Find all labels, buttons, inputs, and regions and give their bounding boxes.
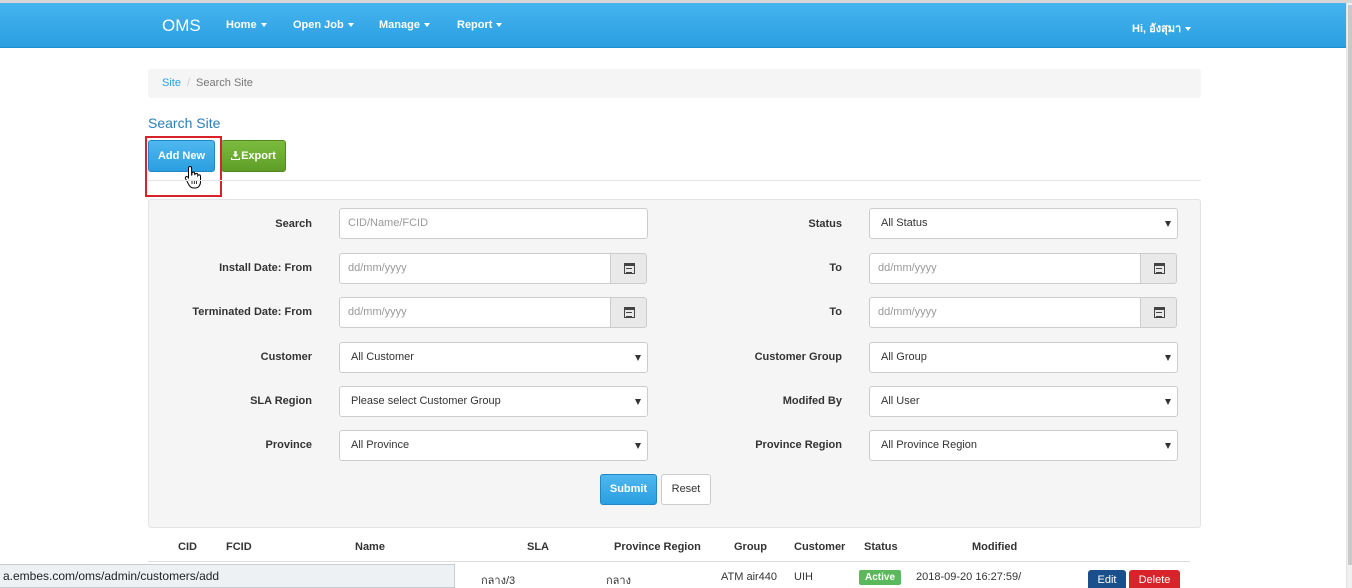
customer-group-label: Customer Group <box>754 351 842 363</box>
caret-down-icon <box>260 23 267 28</box>
modified-by-label: Modifed By <box>782 395 842 407</box>
province-region-select-value: All Province Region <box>881 439 977 451</box>
table-header-divider <box>148 561 1190 562</box>
cell-modified: 2018-09-20 16:27:59/ <box>916 571 1022 583</box>
caret-down-icon <box>496 23 503 28</box>
column-header-cid[interactable]: CID <box>178 541 197 553</box>
terminated-date-to-calendar-button[interactable] <box>1140 297 1177 328</box>
modified-by-select[interactable]: All User <box>869 386 1178 417</box>
calendar-icon <box>1154 307 1165 318</box>
terminated-date-to-label: To <box>829 306 842 318</box>
cell-province-region: กลาง <box>606 575 631 587</box>
terminated-date-from-label: Terminated Date: From <box>192 306 312 318</box>
calendar-icon <box>1154 263 1165 274</box>
province-region-select[interactable]: All Province Region <box>869 430 1178 461</box>
column-header-fcid[interactable]: FCID <box>226 541 252 553</box>
sla-region-select[interactable]: Please select Customer Group <box>339 386 648 417</box>
cell-group: ATM air440 <box>721 571 778 583</box>
modified-by-select-value: All User <box>881 395 920 407</box>
install-date-to-calendar-button[interactable] <box>1140 253 1177 284</box>
province-select[interactable]: All Province <box>339 430 648 461</box>
user-menu-label: Hi, อังสุมา <box>1132 23 1182 35</box>
column-header-status[interactable]: Status <box>864 541 898 553</box>
customer-group-select-value: All Group <box>881 351 927 363</box>
search-input[interactable]: CID/Name/FCID <box>339 208 648 239</box>
status-select-value: All Status <box>881 217 928 229</box>
install-date-from-input[interactable]: dd/mm/yyyy <box>339 253 611 284</box>
browser-status-bar: a.embes.com/oms/admin/customers/add <box>0 564 455 588</box>
search-label: Search <box>275 218 312 230</box>
page-title: Search Site <box>148 115 221 131</box>
top-navbar: OMS Home Open Job Manage Report Hi, อังส… <box>0 3 1346 48</box>
submit-button[interactable]: Submit <box>600 474 657 505</box>
download-icon <box>231 151 241 160</box>
dropdown-arrow-icon <box>635 399 641 405</box>
terminated-date-from-input[interactable]: dd/mm/yyyy <box>339 297 611 328</box>
calendar-icon <box>624 263 635 274</box>
hand-pointer-cursor-icon <box>184 165 201 189</box>
customer-group-select[interactable]: All Group <box>869 342 1178 373</box>
breadcrumb-separator: / <box>186 77 191 89</box>
status-badge: Active <box>859 570 901 585</box>
install-date-from-calendar-button[interactable] <box>610 253 647 284</box>
delete-button[interactable]: Delete <box>1129 570 1180 588</box>
terminated-date-to-input[interactable]: dd/mm/yyyy <box>869 297 1141 328</box>
dropdown-arrow-icon <box>635 443 641 449</box>
caret-down-icon <box>1185 27 1192 32</box>
nav-home[interactable]: Home <box>226 19 267 31</box>
dropdown-arrow-icon <box>1165 221 1171 227</box>
province-label: Province <box>265 439 312 451</box>
nav-manage[interactable]: Manage <box>379 19 430 31</box>
column-header-name[interactable]: Name <box>355 541 385 553</box>
user-menu[interactable]: Hi, อังสุมา <box>1132 19 1192 37</box>
terminated-date-from-calendar-button[interactable] <box>610 297 647 328</box>
breadcrumb: Site / Search Site <box>148 69 1201 98</box>
calendar-icon <box>624 307 635 318</box>
install-date-from-label: Install Date: From <box>219 262 312 274</box>
customer-select-value: All Customer <box>351 351 414 363</box>
nav-report[interactable]: Report <box>457 19 503 31</box>
column-header-modified[interactable]: Modified <box>972 541 1017 553</box>
install-date-to-label: To <box>829 262 842 274</box>
dropdown-arrow-icon <box>635 355 641 361</box>
column-header-customer[interactable]: Customer <box>794 541 845 553</box>
caret-down-icon <box>423 23 430 28</box>
nav-manage-label: Manage <box>379 19 420 31</box>
brand-logo[interactable]: OMS <box>162 16 201 36</box>
cell-sla: กลาง/3 <box>481 575 516 587</box>
nav-open-job-label: Open Job <box>293 19 344 31</box>
customer-label: Customer <box>260 351 312 363</box>
caret-down-icon <box>347 23 354 28</box>
dropdown-arrow-icon <box>1165 443 1171 449</box>
divider <box>148 180 1201 181</box>
dropdown-arrow-icon <box>1165 399 1171 405</box>
breadcrumb-current: Search Site <box>196 77 253 89</box>
customer-select[interactable]: All Customer <box>339 342 648 373</box>
province-select-value: All Province <box>351 439 410 451</box>
status-select[interactable]: All Status <box>869 208 1178 239</box>
column-header-sla[interactable]: SLA <box>527 541 549 553</box>
cell-customer: UIH <box>794 571 813 583</box>
column-header-group[interactable]: Group <box>734 541 767 553</box>
nav-home-label: Home <box>226 19 257 31</box>
nav-report-label: Report <box>457 19 493 31</box>
sla-region-select-value: Please select Customer Group <box>351 395 501 407</box>
province-region-label: Province Region <box>755 439 842 451</box>
dropdown-arrow-icon <box>1165 355 1171 361</box>
status-label: Status <box>808 218 842 230</box>
breadcrumb-link-site[interactable]: Site <box>162 77 181 89</box>
vertical-scrollbar[interactable] <box>1346 3 1352 588</box>
export-button[interactable]: Export <box>221 140 286 172</box>
install-date-to-input[interactable]: dd/mm/yyyy <box>869 253 1141 284</box>
export-button-label: Export <box>241 150 276 162</box>
nav-open-job[interactable]: Open Job <box>293 19 354 31</box>
reset-button[interactable]: Reset <box>661 474 711 505</box>
sla-region-label: SLA Region <box>250 395 312 407</box>
edit-button[interactable]: Edit <box>1088 570 1126 588</box>
column-header-province-region[interactable]: Province Region <box>614 541 701 553</box>
scrollbar-thumb[interactable] <box>1348 5 1352 565</box>
